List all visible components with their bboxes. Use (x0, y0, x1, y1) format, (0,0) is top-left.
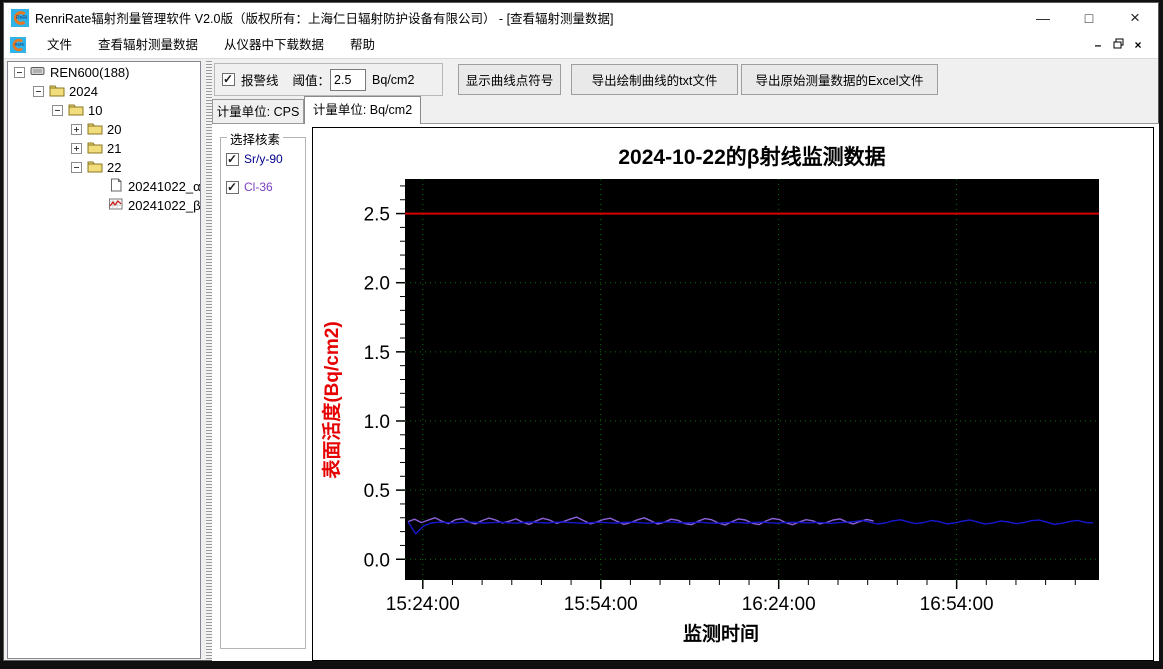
collapse-minus-icon[interactable] (14, 67, 25, 78)
y-tick-label: 1.5 (364, 343, 390, 364)
nuclide-checkbox[interactable] (226, 152, 239, 166)
menu-items: 文件 查看辐射测量数据 从仪器中下载数据 帮助 (34, 32, 388, 58)
y-tick-label: 2.5 (364, 205, 390, 226)
tree-item-label: 10 (88, 103, 103, 118)
chart-panel: 0.0 0.5 1.0 1.5 2.0 2.5 15:24:00 15:54:00 16:24:… (312, 127, 1154, 661)
tree-item[interactable]: 22 (8, 159, 200, 176)
mdi-minimize-icon[interactable]: – (1088, 38, 1108, 52)
window-title: RenriRate辐射剂量管理软件 V2.0版（版权所有：上海仁日辐射防护设备有… (35, 12, 614, 26)
tree-item[interactable]: REN600(188) (8, 64, 200, 81)
title-bar: RnRi RenriRate辐射剂量管理软件 V2.0版（版权所有：上海仁日辐射… (4, 3, 1158, 32)
chart-title: 2024-10-22的β射线监测数据 (618, 145, 885, 169)
document-icon (111, 178, 122, 192)
maximize-icon[interactable]: □ (1066, 4, 1112, 32)
threshold-label: 阈值： (292, 74, 331, 88)
app-window: RnRi RenriRate辐射剂量管理软件 V2.0版（版权所有：上海仁日辐射… (3, 2, 1159, 661)
alarm-line-label: 报警线 (241, 74, 279, 88)
folder-icon (49, 85, 65, 97)
tree-item[interactable]: 20 (8, 121, 200, 138)
plot-area (405, 179, 1099, 580)
tree-item[interactable]: 2024 (8, 83, 200, 100)
chart-file-icon (109, 198, 123, 210)
y-tick-label: 0.5 (364, 481, 390, 502)
tree-item-label: REN600(188) (50, 65, 130, 80)
x-tick-label: 16:54:00 (920, 594, 994, 615)
collapse-minus-icon[interactable] (33, 86, 44, 97)
device-icon (30, 67, 45, 75)
close-icon[interactable]: × (1112, 4, 1158, 32)
threshold-input[interactable] (330, 68, 367, 91)
tree-item-label: 20 (107, 122, 122, 137)
minimize-icon[interactable]: — (1020, 4, 1066, 32)
x-tick-label: 15:54:00 (564, 594, 638, 615)
mdi-restore-icon[interactable] (1108, 38, 1128, 52)
nuclide-groupbox-title: 选择核素 (227, 129, 284, 148)
tree-item-label: 20241022_α (128, 179, 201, 194)
menu-item[interactable]: 从仪器中下载数据 (211, 38, 337, 52)
chart-ylabel: 表面活度(Bq/cm2) (320, 321, 343, 478)
collapse-minus-icon[interactable] (52, 105, 63, 116)
alarm-line-checkbox[interactable] (222, 72, 235, 86)
x-tick-label: 16:24:00 (742, 594, 816, 615)
svg-text:RnRi: RnRi (16, 15, 27, 21)
export-excel-button[interactable]: 导出原始测量数据的Excel文件 (741, 64, 938, 95)
menu-item[interactable]: 查看辐射测量数据 (85, 38, 211, 52)
expand-plus-icon[interactable] (71, 124, 82, 135)
nuclide-item: Cl-36 (226, 180, 305, 194)
export-txt-button[interactable]: 导出绘制曲线的txt文件 (571, 64, 738, 95)
folder-icon (87, 142, 103, 154)
tab-unit-cps[interactable]: 计量单位: CPS (212, 99, 304, 123)
show-curve-points-button[interactable]: 显示曲线点符号 (458, 64, 561, 95)
y-tick-label: 2.0 (364, 274, 390, 295)
tree-item-label: 20241022_β (128, 198, 201, 213)
tree-item-label: 2024 (69, 84, 98, 99)
mdi-close-icon[interactable]: × (1128, 38, 1148, 52)
y-tick-label: 1.0 (364, 412, 390, 433)
tree-item[interactable]: 21 (8, 140, 200, 157)
tree-item[interactable]: 20241022_α (8, 178, 200, 195)
chart-xlabel: 监测时间 (683, 622, 759, 645)
nuclide-checkbox[interactable] (226, 180, 239, 194)
menu-bar: RnRi 文件 查看辐射测量数据 从仪器中下载数据 帮助 – × (4, 32, 1158, 59)
folder-icon (68, 104, 84, 116)
threshold-unit-label: Bq/cm2 (372, 72, 415, 87)
app-icon: RnRi (11, 8, 29, 27)
menu-item[interactable]: 帮助 (337, 38, 388, 52)
x-tick-label: 15:24:00 (386, 594, 460, 615)
menu-item[interactable]: 文件 (34, 38, 85, 52)
folder-icon (87, 123, 103, 135)
alarm-threshold-group: 报警线 阈值： Bq/cm2 (214, 63, 443, 96)
expand-plus-icon[interactable] (71, 143, 82, 154)
collapse-minus-icon[interactable] (71, 162, 82, 173)
y-tick-label: 0.0 (364, 550, 390, 571)
mdi-window-controls: – × (1088, 38, 1148, 52)
tree-item[interactable]: 10 (8, 102, 200, 119)
svg-text:RnRi: RnRi (14, 42, 24, 47)
monitoring-chart: 0.0 0.5 1.0 1.5 2.0 2.5 15:24:00 15:54:00 16:24:… (320, 145, 1099, 645)
nuclide-label: Cl-36 (244, 180, 273, 194)
window-controls: — □ × (1020, 4, 1158, 32)
tree-item-label: 22 (107, 160, 122, 175)
nuclide-item: Sr/y-90 (226, 152, 305, 166)
tree-item-label: 21 (107, 141, 122, 156)
file-tree-panel: REN600(188) 2024 10 20 21 22 20241022_α 2024102… (7, 61, 201, 659)
nuclide-groupbox: 选择核素 Sr/y-90 Cl-36 (220, 129, 306, 649)
mdi-child-icon: RnRi (10, 37, 26, 53)
nuclide-label: Sr/y-90 (244, 152, 283, 166)
tab-unit-bqcm2[interactable]: 计量单位: Bq/cm2 (304, 96, 421, 124)
tree-item[interactable]: 20241022_β (8, 197, 200, 214)
folder-icon (87, 161, 103, 173)
